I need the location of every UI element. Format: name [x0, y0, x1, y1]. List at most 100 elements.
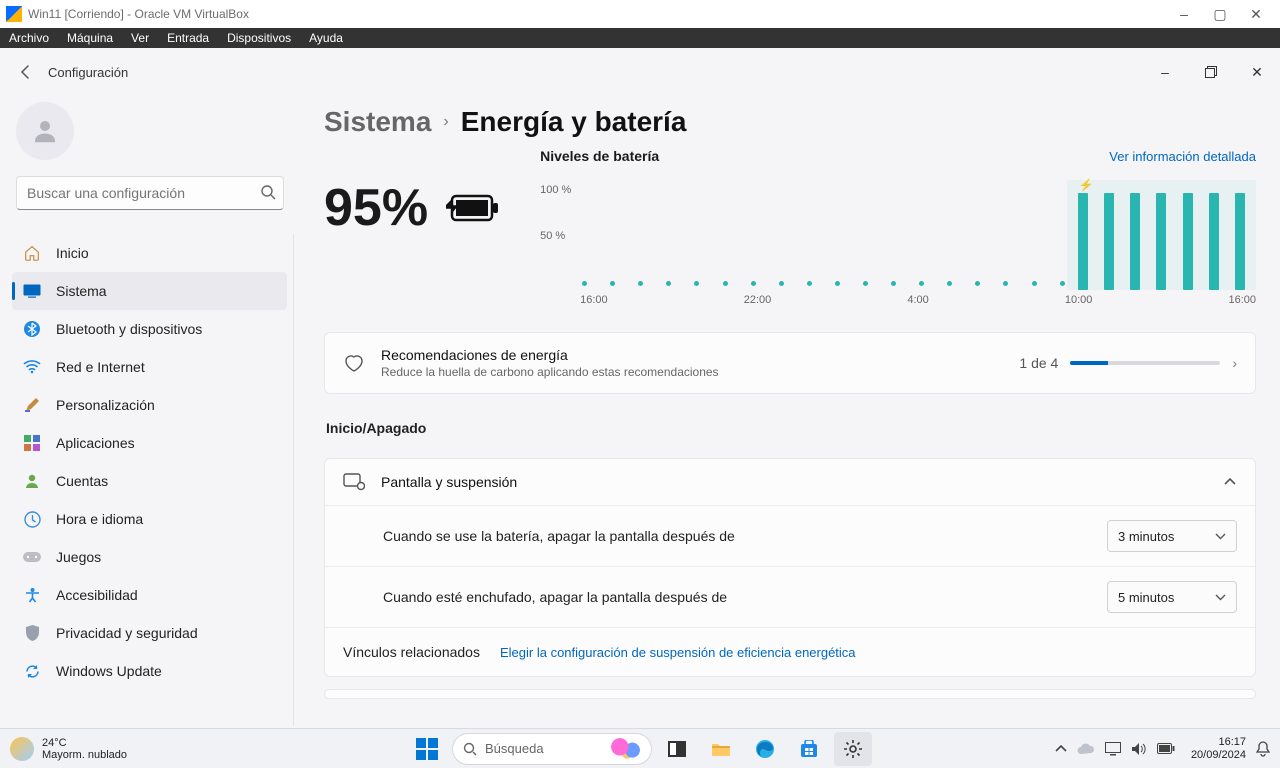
taskbar-clock[interactable]: 16:17 20/09/2024 [1191, 736, 1246, 762]
shield-icon [22, 623, 42, 643]
explorer-button[interactable] [702, 732, 740, 766]
taskbar-weather[interactable]: 24°CMayorm. nublado [0, 737, 127, 761]
dropdown-plugged-screen-off[interactable]: 5 minutos [1107, 581, 1237, 613]
nav-hora[interactable]: Hora e idioma [12, 500, 287, 538]
vb-close-button[interactable]: ✕ [1238, 2, 1274, 26]
tray-overflow-button[interactable] [1055, 745, 1067, 753]
arrow-left-icon [18, 64, 34, 80]
related-link[interactable]: Elegir la configuración de suspensión de… [500, 645, 856, 660]
bluetooth-icon [22, 319, 42, 339]
xlabel: 10:00 [1065, 294, 1093, 306]
nav-personalizacion[interactable]: Personalización [12, 386, 287, 424]
screen-sleep-header[interactable]: Pantalla y suspensión [325, 459, 1255, 505]
nav-privacidad[interactable]: Privacidad y seguridad [12, 614, 287, 652]
user-avatar[interactable] [16, 102, 74, 160]
nav-label: Privacidad y seguridad [56, 625, 198, 641]
chevron-down-icon [1215, 594, 1226, 601]
vb-menu-dispositivos[interactable]: Dispositivos [218, 31, 300, 45]
chevron-right-icon: › [443, 113, 448, 131]
nav-windows-update[interactable]: Windows Update [12, 652, 287, 690]
nav-inicio[interactable]: Inicio [12, 234, 287, 272]
settings-close-button[interactable]: ✕ [1234, 53, 1280, 91]
nav-aplicaciones[interactable]: Aplicaciones [12, 424, 287, 462]
clock-time: 16:17 [1191, 736, 1246, 749]
onedrive-icon[interactable] [1077, 743, 1095, 755]
option-battery-screen-off: Cuando se use la batería, apagar la pant… [325, 505, 1255, 566]
nav-label: Juegos [56, 549, 101, 565]
settings-nav: Inicio Sistema Bluetooth y dispositivos … [12, 234, 294, 726]
nav-sistema[interactable]: Sistema [12, 272, 287, 310]
system-icon [22, 281, 42, 301]
system-tray: 16:17 20/09/2024 [1055, 736, 1280, 762]
weather-icon [10, 737, 34, 761]
battery-tray-icon[interactable] [1157, 743, 1175, 754]
virtualbox-logo-icon [6, 6, 22, 22]
nav-label: Sistema [56, 283, 107, 299]
account-icon [22, 471, 42, 491]
store-button[interactable] [790, 732, 828, 766]
chevron-down-icon [1215, 533, 1226, 540]
settings-button[interactable] [834, 732, 872, 766]
settings-title: Configuración [48, 65, 128, 80]
chart-xlabels: 16:00 22:00 4:00 10:00 16:00 [580, 294, 1256, 306]
taskbar-search[interactable]: Búsqueda [452, 733, 652, 765]
nav-accesibilidad[interactable]: Accesibilidad [12, 576, 287, 614]
option-label: Cuando esté enchufado, apagar la pantall… [383, 589, 727, 605]
settings-search[interactable] [16, 176, 284, 210]
gear-icon [843, 739, 863, 759]
vb-menu-entrada[interactable]: Entrada [158, 31, 218, 45]
wifi-icon [22, 357, 42, 377]
reco-subtitle: Reduce la huella de carbono aplicando es… [381, 365, 1019, 379]
settings-restore-button[interactable] [1188, 53, 1234, 91]
vb-menu-maquina[interactable]: Máquina [58, 31, 122, 45]
vb-menu-ayuda[interactable]: Ayuda [300, 31, 352, 45]
chart-detail-link[interactable]: Ver información detallada [1109, 149, 1256, 164]
battery-status: 95% [324, 178, 500, 238]
home-icon [22, 243, 42, 263]
chart-area[interactable]: 100 % 50 % ⚡ 16:00 [540, 170, 1256, 310]
back-button[interactable] [14, 60, 38, 84]
breadcrumb-parent[interactable]: Sistema [324, 106, 431, 138]
clock-globe-icon [22, 509, 42, 529]
xlabel: 4:00 [907, 294, 928, 306]
update-icon [22, 661, 42, 681]
energy-recommendations-card[interactable]: Recomendaciones de energía Reduce la hue… [324, 332, 1256, 394]
leaf-heart-icon [343, 353, 365, 373]
search-icon [463, 742, 477, 756]
start-button[interactable] [408, 732, 446, 766]
reco-count: 1 de 4 [1019, 355, 1058, 371]
reco-title: Recomendaciones de energía [381, 347, 1019, 363]
volume-icon[interactable] [1131, 742, 1147, 756]
nav-red[interactable]: Red e Internet [12, 348, 287, 386]
nav-bluetooth[interactable]: Bluetooth y dispositivos [12, 310, 287, 348]
vb-minimize-button[interactable]: – [1166, 2, 1202, 26]
y-label-50: 50 % [540, 230, 565, 242]
battery-charging-icon [446, 192, 500, 224]
search-icon [260, 184, 276, 200]
nav-label: Cuentas [56, 473, 108, 489]
clock-date: 20/09/2024 [1191, 749, 1246, 762]
screen-sleep-card: Pantalla y suspensión Cuando se use la b… [324, 458, 1256, 677]
next-card-peek[interactable] [324, 689, 1256, 699]
nav-cuentas[interactable]: Cuentas [12, 462, 287, 500]
virtualbox-titlebar: Win11 [Corriendo] - Oracle VM VirtualBox… [0, 0, 1280, 28]
settings-minimize-button[interactable]: – [1142, 53, 1188, 91]
edge-button[interactable] [746, 732, 784, 766]
task-view-button[interactable] [658, 732, 696, 766]
vb-maximize-button[interactable]: ▢ [1202, 2, 1238, 26]
nav-juegos[interactable]: Juegos [12, 538, 287, 576]
vb-menu-archivo[interactable]: Archivo [0, 31, 58, 45]
taskbar-search-placeholder: Búsqueda [485, 741, 544, 756]
gamepad-icon [22, 547, 42, 567]
nav-label: Red e Internet [56, 359, 145, 375]
section-inicio-apagado: Inicio/Apagado [326, 420, 1256, 436]
nav-label: Aplicaciones [56, 435, 135, 451]
dropdown-battery-screen-off[interactable]: 3 minutos [1107, 520, 1237, 552]
vm-display-icon[interactable] [1105, 742, 1121, 756]
settings-content: Sistema › Energía y batería 95% Niveles … [300, 96, 1280, 728]
vb-menu-ver[interactable]: Ver [122, 31, 158, 45]
notifications-button[interactable] [1256, 741, 1270, 757]
dropdown-value: 5 minutos [1118, 590, 1174, 605]
search-decoration-icon [609, 738, 645, 760]
search-input[interactable] [16, 176, 284, 210]
